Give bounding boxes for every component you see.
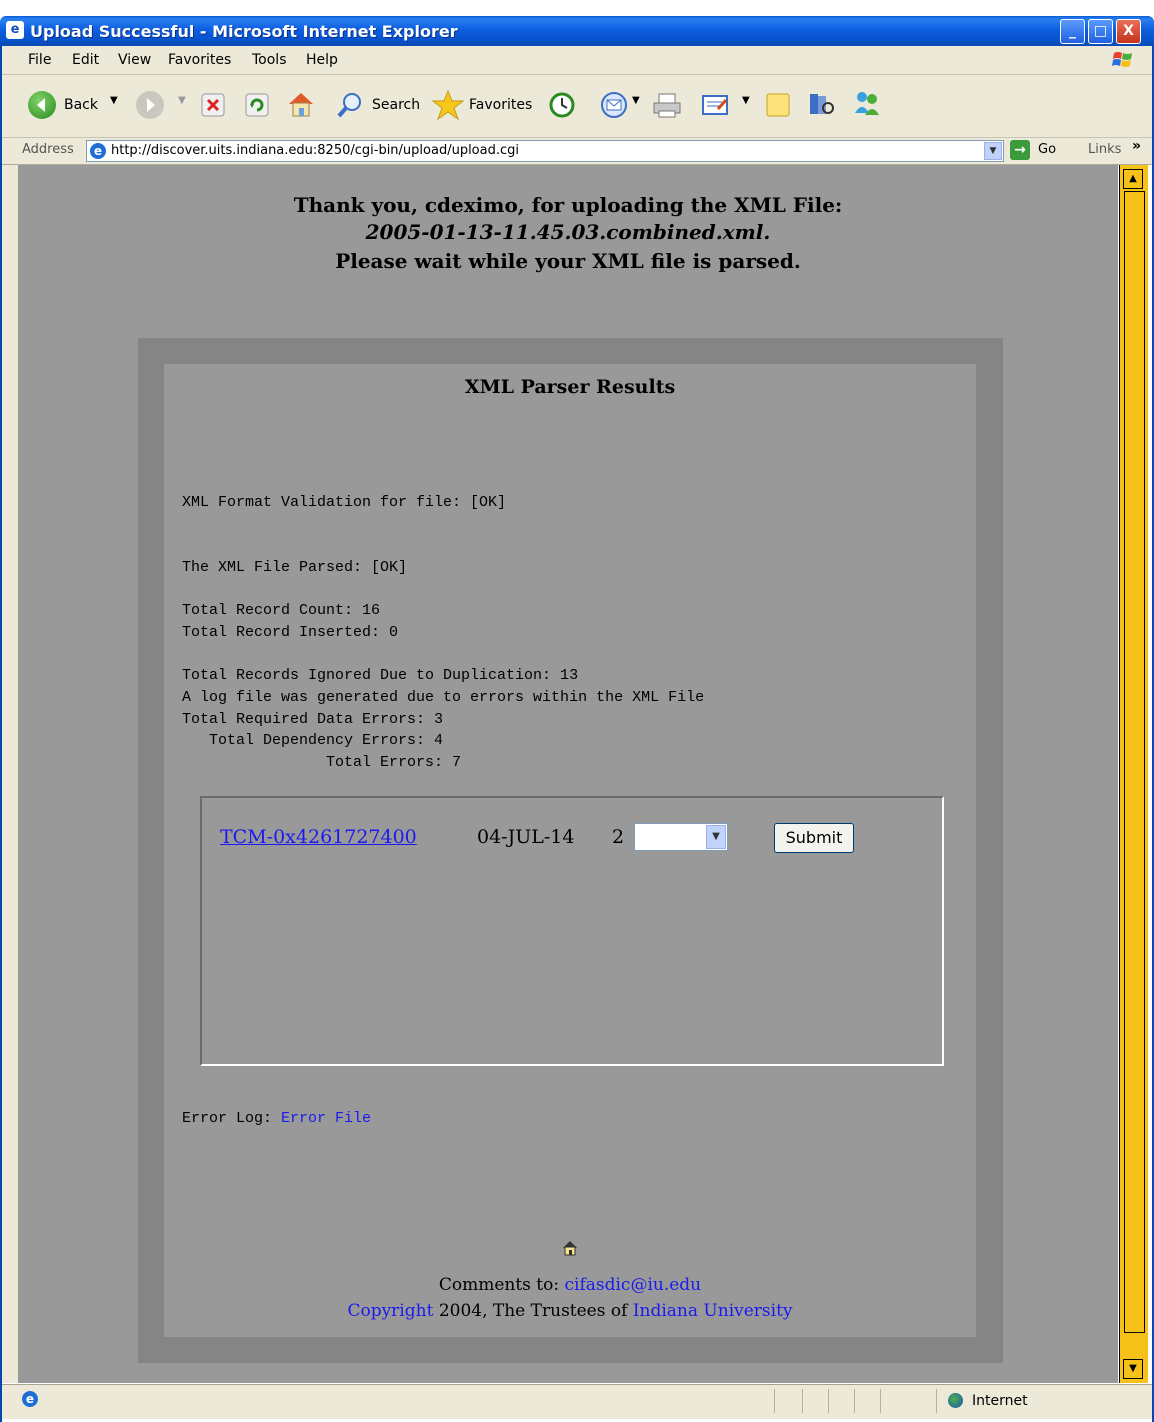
stop-icon[interactable]: [200, 92, 226, 118]
home-icon[interactable]: [286, 90, 316, 118]
dependency-errors-line: Total Dependency Errors: 4: [182, 732, 444, 749]
tcm-date: 04-JUL-14: [477, 826, 575, 848]
footer-copyright: Copyright 2004, The Trustees of Indiana …: [164, 1301, 976, 1321]
panel-title: XML Parser Results: [464, 376, 676, 398]
total-errors-line: Total Errors: 7: [182, 754, 462, 771]
search-icon[interactable]: [336, 91, 364, 119]
footer-comments: Comments to: cifasdic@iu.edu: [164, 1275, 976, 1295]
scroll-thumb[interactable]: [1124, 191, 1145, 1333]
forward-dropdown-icon[interactable]: ▼: [178, 95, 186, 106]
error-file-link[interactable]: Error File: [281, 1110, 371, 1127]
scroll-down-icon[interactable]: ▼: [1123, 1359, 1143, 1379]
back-label[interactable]: Back: [64, 97, 98, 113]
error-log: Error Log: Error File: [182, 1110, 371, 1127]
address-input[interactable]: e http://discover.uits.indiana.edu:8250/…: [86, 140, 1004, 162]
tcm-link[interactable]: TCM-0x4261727400: [220, 826, 417, 848]
search-label[interactable]: Search: [372, 97, 420, 113]
status-divider: [854, 1389, 855, 1413]
ie-icon: e: [6, 21, 24, 39]
copyright-link[interactable]: Copyright: [347, 1301, 433, 1321]
maximize-button[interactable]: □: [1088, 19, 1113, 44]
status-divider: [802, 1389, 803, 1413]
menu-edit[interactable]: Edit: [72, 52, 99, 68]
security-zone: Internet: [972, 1393, 1028, 1409]
menu-file[interactable]: File: [28, 52, 51, 68]
refresh-icon[interactable]: [244, 92, 270, 118]
tcm-count: 2: [612, 826, 625, 848]
status-divider: [828, 1389, 829, 1413]
vertical-scrollbar[interactable]: ▲ ▼: [1119, 165, 1148, 1383]
results-inner-panel: XML Parser Results XML Format Validation…: [164, 364, 976, 1337]
ignored-line: Total Records Ignored Due to Duplication…: [182, 667, 579, 684]
messenger-icon[interactable]: [852, 89, 882, 117]
footer-email-link[interactable]: cifasdic@iu.edu: [565, 1275, 702, 1295]
status-divider: [936, 1389, 937, 1413]
record-count-line: Total Record Count: 16: [182, 602, 381, 619]
heading-please-wait: Please wait while your XML file is parse…: [335, 249, 801, 273]
page-icon: e: [90, 143, 106, 159]
status-divider: [774, 1389, 775, 1413]
globe-icon: [948, 1393, 963, 1408]
ie-window: e Upload Successful - Microsoft Internet…: [0, 0, 1154, 1422]
back-dropdown-icon[interactable]: ▼: [110, 95, 118, 106]
record-inserted-line: Total Record Inserted: 0: [182, 624, 399, 641]
result-frame: TCM-0x4261727400 04-JUL-14 2 ▼ Submit: [200, 796, 944, 1066]
submit-button[interactable]: Submit: [774, 823, 854, 853]
menu-view[interactable]: View: [118, 52, 151, 68]
required-errors-line: Total Required Data Errors: 3: [182, 711, 444, 728]
address-dropdown-icon[interactable]: ▼: [984, 142, 1002, 160]
footer-comments-label: Comments to:: [438, 1275, 560, 1295]
status-page-icon: e: [22, 1391, 38, 1407]
minimize-button[interactable]: _: [1060, 19, 1085, 44]
back-icon[interactable]: [28, 91, 56, 119]
left-border: [2, 165, 18, 1383]
go-icon[interactable]: →: [1010, 140, 1030, 160]
links-chevron-icon[interactable]: »: [1132, 138, 1141, 154]
favorites-label[interactable]: Favorites: [469, 97, 532, 113]
tcm-select[interactable]: ▼: [634, 823, 728, 851]
menu-bar: File Edit View Favorites Tools Help: [2, 46, 1152, 75]
menu-tools[interactable]: Tools: [252, 52, 287, 68]
copyright-text: 2004, The Trustees of: [438, 1301, 628, 1321]
links-label[interactable]: Links: [1088, 142, 1121, 157]
menu-help[interactable]: Help: [306, 52, 338, 68]
go-button[interactable]: Go: [1038, 142, 1056, 157]
validation-line: XML Format Validation for file: [OK]: [182, 494, 507, 511]
scroll-up-icon[interactable]: ▲: [1123, 169, 1143, 189]
windows-logo-icon: [1112, 52, 1132, 67]
history-icon[interactable]: [548, 91, 576, 119]
page-viewport: Thank you, cdeximo, for uploading the XM…: [18, 165, 1118, 1383]
title-bar: e Upload Successful - Microsoft Internet…: [0, 16, 1154, 46]
chevron-down-icon[interactable]: ▼: [706, 825, 726, 849]
edit-dropdown-icon[interactable]: ▼: [742, 95, 750, 106]
heading-thank-you: Thank you, cdeximo, for uploading the XM…: [293, 193, 843, 217]
parsed-line: The XML File Parsed: [OK]: [182, 559, 408, 576]
mail-dropdown-icon[interactable]: ▼: [632, 95, 640, 106]
menu-favorites[interactable]: Favorites: [168, 52, 231, 68]
favorites-icon[interactable]: [432, 89, 464, 121]
address-url[interactable]: http://discover.uits.indiana.edu:8250/cg…: [111, 143, 519, 158]
status-bar: e Internet: [2, 1384, 1152, 1419]
window-title: Upload Successful - Microsoft Internet E…: [30, 22, 458, 41]
edit-icon[interactable]: [700, 91, 730, 119]
research-icon[interactable]: [806, 90, 836, 118]
log-generated-line: A log file was generated due to errors w…: [182, 689, 705, 706]
status-divider: [880, 1389, 881, 1413]
close-button[interactable]: X: [1116, 19, 1141, 44]
standard-toolbar: Back ▼ ▼ Search Favorites ▼ ▼: [2, 75, 1152, 138]
error-log-label: Error Log:: [182, 1110, 273, 1127]
forward-icon[interactable]: [136, 91, 164, 119]
print-icon[interactable]: [652, 91, 682, 119]
address-bar: Address e http://discover.uits.indiana.e…: [2, 138, 1152, 165]
home-small-icon[interactable]: [562, 1240, 578, 1256]
address-label: Address: [22, 142, 74, 157]
university-link[interactable]: Indiana University: [633, 1301, 793, 1321]
heading-filename: 2005-01-13-11.45.03.combined.xml.: [365, 220, 771, 244]
mail-icon[interactable]: [600, 91, 628, 119]
notes-icon[interactable]: [764, 91, 792, 119]
